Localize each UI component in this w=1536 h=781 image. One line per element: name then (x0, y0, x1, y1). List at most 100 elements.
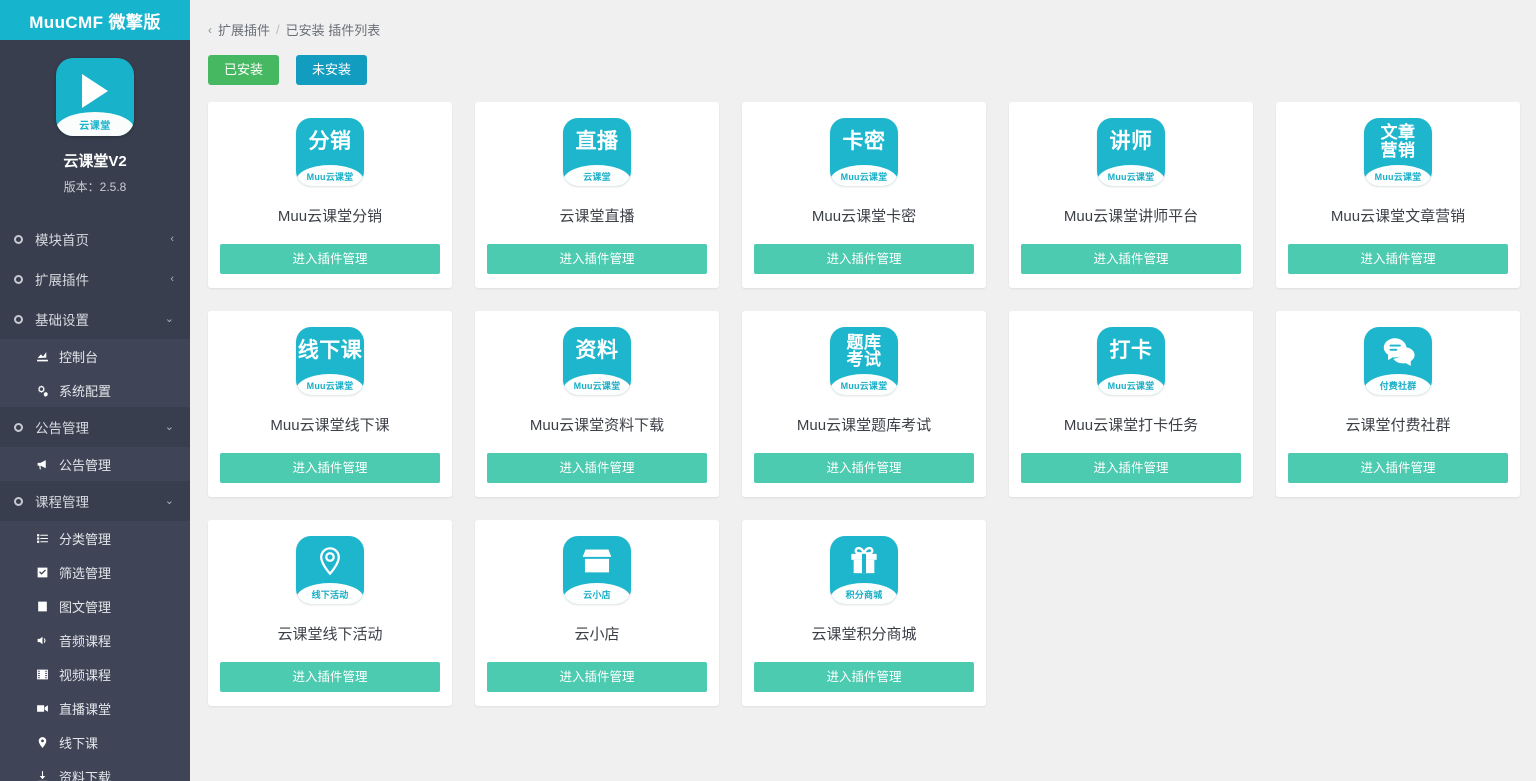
plugin-card[interactable]: 线下课Muu云课堂Muu云课堂线下课进入插件管理 (208, 311, 452, 497)
plugin-tile-top: 题库考试 (830, 327, 898, 376)
sidebar-group-0[interactable]: 模块首页‹ (0, 219, 190, 259)
plugin-card[interactable]: 讲师Muu云课堂Muu云课堂讲师平台进入插件管理 (1009, 102, 1253, 288)
sidebar-item-4-6[interactable]: 线下课 (0, 725, 190, 759)
sidebar-item-label: 线下课 (59, 733, 98, 752)
breadcrumb-parent[interactable]: 扩展插件 (218, 20, 270, 39)
app-logo-badge: 云课堂 (56, 112, 134, 136)
sidebar-item-label: 视频课程 (59, 665, 111, 684)
sidebar-item-4-3[interactable]: 音频课程 (0, 623, 190, 657)
ring-icon (14, 423, 23, 432)
sidebar-group-4[interactable]: 课程管理⌄ (0, 481, 190, 521)
plugin-card[interactable]: 付费社群云课堂付费社群进入插件管理 (1276, 311, 1520, 497)
breadcrumb-back-icon[interactable]: ‹ (208, 23, 212, 37)
plugin-icon: 分销Muu云课堂 (296, 118, 364, 186)
plugin-tile-text: 题库考试 (847, 334, 882, 369)
plugin-tile-text: 文章营销 (1381, 124, 1416, 159)
plugin-manage-button[interactable]: 进入插件管理 (1288, 453, 1508, 483)
plugin-manage-button[interactable]: 进入插件管理 (754, 244, 974, 274)
plugin-title: Muu云课堂分销 (278, 205, 382, 226)
plugin-tile-badge: 云小店 (563, 583, 631, 604)
plugin-manage-button[interactable]: 进入插件管理 (220, 453, 440, 483)
plugin-tile-badge-label: 付费社群 (1380, 379, 1417, 392)
plugin-title: 云课堂线下活动 (277, 623, 382, 644)
plugin-tile-badge-label: 线下活动 (312, 588, 349, 601)
plugin-card[interactable]: 线下活动云课堂线下活动进入插件管理 (208, 520, 452, 706)
sidebar-item-2-1[interactable]: 系统配置 (0, 373, 190, 407)
tab-not-installed[interactable]: 未安装 (296, 55, 367, 85)
plugin-manage-button[interactable]: 进入插件管理 (220, 662, 440, 692)
sidebar-item-label: 控制台 (59, 347, 98, 366)
plugin-tile-top: 卡密 (830, 118, 898, 167)
plugin-grid: 分销Muu云课堂Muu云课堂分销进入插件管理直播云课堂云课堂直播进入插件管理卡密… (190, 85, 1536, 707)
plugin-card[interactable]: 题库考试Muu云课堂Muu云课堂题库考试进入插件管理 (742, 311, 986, 497)
tab-installed[interactable]: 已安装 (208, 55, 279, 85)
ring-icon (14, 235, 23, 244)
plugin-tile-badge: 线下活动 (296, 583, 364, 604)
plugin-title: Muu云课堂资料下载 (530, 414, 664, 435)
plugin-manage-button[interactable]: 进入插件管理 (487, 453, 707, 483)
app-logo-badge-label: 云课堂 (79, 117, 111, 132)
sidebar-group-2[interactable]: 基础设置⌄ (0, 299, 190, 339)
plugin-tile-badge-label: Muu云课堂 (1108, 379, 1155, 392)
sidebar-group-1[interactable]: 扩展插件‹ (0, 259, 190, 299)
sidebar-item-4-2[interactable]: 图文管理 (0, 589, 190, 623)
plugin-tile-text: 卡密 (843, 131, 886, 153)
ring-icon (14, 497, 23, 506)
plugin-tile-top (563, 536, 631, 585)
app-logo: 云课堂 (56, 58, 134, 136)
sidebar-group-label: 模块首页 (35, 229, 170, 249)
plugin-tile-badge-label: Muu云课堂 (841, 170, 888, 183)
plugin-card[interactable]: 积分商城云课堂积分商城进入插件管理 (742, 520, 986, 706)
plugin-card[interactable]: 云小店云小店进入插件管理 (475, 520, 719, 706)
plugin-tile-badge-label: Muu云课堂 (574, 379, 621, 392)
list-icon (34, 532, 51, 545)
plugin-icon: 打卡Muu云课堂 (1097, 327, 1165, 395)
gift-icon (848, 544, 880, 577)
plugin-card[interactable]: 打卡Muu云课堂Muu云课堂打卡任务进入插件管理 (1009, 311, 1253, 497)
shop-icon (580, 545, 614, 577)
chat-bubble-icon (1381, 334, 1415, 368)
brand-title: MuuCMF 微擎版 (29, 8, 160, 33)
plugin-card[interactable]: 文章营销Muu云课堂Muu云课堂文章营销进入插件管理 (1276, 102, 1520, 288)
plugin-manage-button[interactable]: 进入插件管理 (1021, 244, 1241, 274)
plugin-icon: 线下活动 (296, 536, 364, 604)
sidebar-item-label: 分类管理 (59, 529, 111, 548)
plugin-manage-button[interactable]: 进入插件管理 (487, 662, 707, 692)
app-version: 版本：2.5.8 (64, 178, 127, 195)
plugin-tile-text: 分销 (309, 131, 352, 153)
sidebar-item-3-0[interactable]: 公告管理 (0, 447, 190, 481)
plugin-card[interactable]: 资料Muu云课堂Muu云课堂资料下载进入插件管理 (475, 311, 719, 497)
sidebar-group-label: 基础设置 (35, 309, 165, 329)
sidebar-item-4-4[interactable]: 视频课程 (0, 657, 190, 691)
plugin-tile-badge-label: 云课堂 (583, 170, 611, 183)
sidebar-item-label: 筛选管理 (59, 563, 111, 582)
sidebar-item-4-0[interactable]: 分类管理 (0, 521, 190, 555)
plugin-manage-button[interactable]: 进入插件管理 (754, 662, 974, 692)
plugin-tile-badge-label: Muu云课堂 (307, 379, 354, 392)
plugin-tile-badge: 付费社群 (1364, 374, 1432, 395)
plugin-manage-button[interactable]: 进入插件管理 (1021, 453, 1241, 483)
plugin-manage-button[interactable]: 进入插件管理 (220, 244, 440, 274)
breadcrumb-separator: / (276, 22, 280, 37)
plugin-title: Muu云课堂题库考试 (797, 414, 931, 435)
plugin-manage-button[interactable]: 进入插件管理 (487, 244, 707, 274)
plugin-icon: 讲师Muu云课堂 (1097, 118, 1165, 186)
sidebar-group-3[interactable]: 公告管理⌄ (0, 407, 190, 447)
sidebar-submenu-3: 公告管理 (0, 447, 190, 481)
sidebar-item-4-7[interactable]: 资料下载 (0, 759, 190, 781)
app-root: MuuCMF 微擎版 云课堂 云课堂V2 版本：2.5.8 模块首页‹扩展插件‹… (0, 0, 1536, 781)
sidebar-item-2-0[interactable]: 控制台 (0, 339, 190, 373)
plugin-manage-button[interactable]: 进入插件管理 (1288, 244, 1508, 274)
plugin-card[interactable]: 分销Muu云课堂 Muu云课堂分销进入插件管理 (208, 102, 452, 288)
plugin-title: Muu云课堂线下课 (270, 414, 389, 435)
plugin-card[interactable]: 直播云课堂云课堂直播进入插件管理 (475, 102, 719, 288)
sidebar-group-label: 课程管理 (35, 491, 165, 511)
sidebar-item-4-5[interactable]: 直播课堂 (0, 691, 190, 725)
sidebar-item-4-1[interactable]: 筛选管理 (0, 555, 190, 589)
plugin-manage-button[interactable]: 进入插件管理 (754, 453, 974, 483)
plugin-title: Muu云课堂文章营销 (1331, 205, 1465, 226)
ring-icon (14, 275, 23, 284)
plugin-card[interactable]: 卡密Muu云课堂Muu云课堂卡密进入插件管理 (742, 102, 986, 288)
sidebar-item-label: 音频课程 (59, 631, 111, 650)
plugin-tile-badge: 积分商城 (830, 583, 898, 604)
